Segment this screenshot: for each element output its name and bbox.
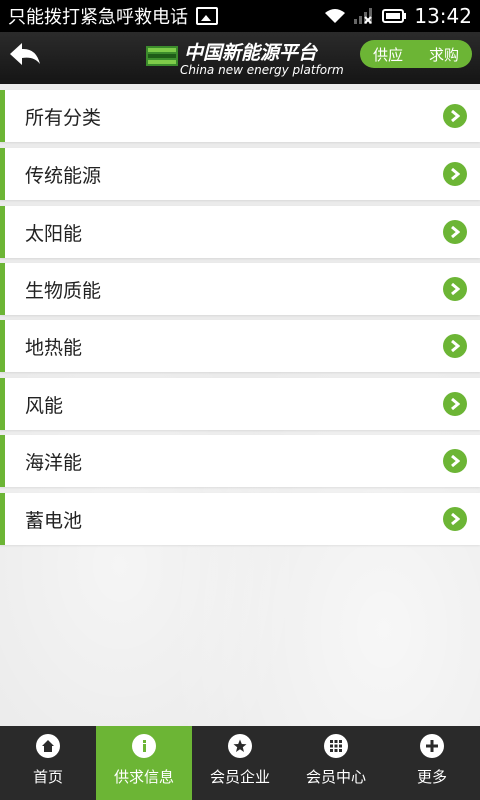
- bottom-tab-bar: 首页 供求信息 会员企业 会员中心 更多: [0, 726, 480, 800]
- supply-toggle[interactable]: 供应: [360, 44, 416, 65]
- tab-member-companies[interactable]: 会员企业: [192, 726, 288, 800]
- category-label: 生物质能: [25, 279, 102, 302]
- category-row[interactable]: 蓄电池: [0, 493, 480, 545]
- carrier-text: 只能拨打紧急呼救电话: [8, 7, 188, 28]
- chevron-right-icon: [443, 392, 467, 416]
- category-label: 风能: [25, 394, 64, 417]
- tab-member-center[interactable]: 会员中心: [288, 726, 384, 800]
- demand-toggle[interactable]: 求购: [416, 44, 472, 65]
- plus-icon: [420, 734, 444, 758]
- chevron-right-icon: [443, 277, 467, 301]
- tab-supply-demand[interactable]: 供求信息: [96, 726, 192, 800]
- category-label: 传统能源: [25, 164, 102, 187]
- tab-label: 供求信息: [113, 768, 174, 786]
- chevron-right-icon: [443, 449, 467, 473]
- brand-subtitle: China new energy platform: [180, 63, 344, 77]
- chevron-right-icon: [443, 220, 467, 244]
- wifi-icon: [324, 8, 346, 24]
- clock: 13:42: [414, 4, 472, 28]
- status-right: 13:42: [324, 4, 472, 28]
- signal-icon: [354, 8, 374, 24]
- battery-icon: [382, 9, 407, 23]
- category-row[interactable]: 风能: [0, 378, 480, 430]
- chevron-right-icon: [443, 104, 467, 128]
- back-arrow-icon: [10, 43, 40, 65]
- category-label: 太阳能: [25, 222, 83, 245]
- category-label: 海洋能: [25, 451, 83, 474]
- image-notification-icon: [196, 7, 218, 25]
- category-row[interactable]: 太阳能: [0, 206, 480, 258]
- tab-more[interactable]: 更多: [384, 726, 480, 800]
- brand-title: 中国新能源平台: [184, 42, 318, 64]
- chevron-right-icon: [443, 334, 467, 358]
- battery-logo-icon: [146, 46, 178, 66]
- category-row[interactable]: 地热能: [0, 320, 480, 372]
- tab-label: 更多: [416, 768, 447, 786]
- chevron-right-icon: [443, 162, 467, 186]
- home-icon: [36, 734, 60, 758]
- status-bar: 只能拨打紧急呼救电话 13:42: [0, 0, 480, 32]
- content-area: 所有分类 传统能源 太阳能 生物质能 地热能 风能 海洋能 蓄电池: [0, 84, 480, 726]
- tab-label: 会员企业: [209, 768, 270, 786]
- tab-label: 首页: [32, 768, 63, 786]
- category-label: 蓄电池: [25, 509, 83, 532]
- category-row[interactable]: 生物质能: [0, 263, 480, 315]
- category-row[interactable]: 海洋能: [0, 435, 480, 487]
- star-icon: [228, 734, 252, 758]
- category-row[interactable]: 传统能源: [0, 148, 480, 200]
- grid-icon: [324, 734, 348, 758]
- supply-demand-toggle: 供应 求购: [360, 40, 472, 68]
- info-icon: [132, 734, 156, 758]
- back-button[interactable]: [6, 40, 46, 74]
- category-row[interactable]: 所有分类: [0, 90, 480, 142]
- category-label: 地热能: [25, 336, 83, 359]
- category-label: 所有分类: [25, 106, 102, 129]
- app-header: 中国新能源平台 China new energy platform 供应 求购: [0, 32, 480, 85]
- tab-home[interactable]: 首页: [0, 726, 96, 800]
- tab-label: 会员中心: [305, 768, 366, 786]
- chevron-right-icon: [443, 507, 467, 531]
